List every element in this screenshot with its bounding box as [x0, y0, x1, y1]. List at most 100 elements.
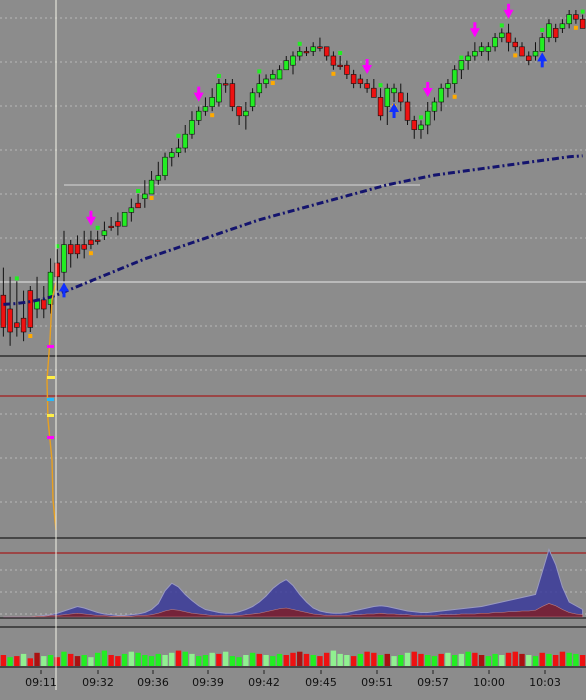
candle-body: [94, 239, 101, 242]
candle-body: [404, 101, 411, 121]
volume-bar: [270, 656, 276, 666]
candle-body: [236, 106, 242, 117]
candle-body: [290, 55, 296, 66]
x-tick-label: 09:39: [192, 676, 224, 689]
candle-body: [532, 51, 539, 57]
candle-body: [195, 110, 202, 121]
volume-bar: [539, 652, 545, 666]
candle-body: [121, 212, 128, 227]
volume-bar: [216, 653, 222, 666]
candle-dot-marker: [540, 28, 545, 32]
volume-bar: [377, 655, 384, 666]
candle-body: [108, 225, 114, 228]
volume-bar: [371, 652, 377, 666]
volume-bar: [202, 655, 209, 666]
candle-dot-marker: [418, 115, 423, 120]
volume-bar: [297, 651, 303, 666]
candle-body: [323, 46, 330, 57]
volume-bar: [182, 651, 188, 666]
volume-bar: [14, 656, 20, 666]
volume-bar: [391, 656, 397, 666]
candle-body: [384, 87, 391, 107]
candle-body: [7, 308, 13, 333]
candle-dot-marker: [580, 9, 585, 14]
volume-bar: [458, 653, 465, 666]
candle-body: [202, 106, 209, 112]
candle-dot-marker: [573, 25, 578, 30]
volume-bar: [499, 655, 505, 666]
candle-body: [74, 244, 81, 255]
candle-body: [175, 147, 182, 153]
x-tick-label: 09:32: [82, 676, 114, 689]
candle-body: [424, 110, 431, 126]
candle-body: [27, 290, 34, 328]
candle-body: [169, 152, 175, 158]
volume-bar: [573, 653, 579, 666]
volume-bar: [169, 652, 175, 666]
candle-body: [148, 179, 155, 195]
candle-body: [61, 244, 67, 273]
volume-bar: [485, 656, 492, 666]
volume-bar: [579, 655, 586, 666]
candle-dot-marker: [499, 23, 504, 28]
candle-body: [411, 120, 417, 130]
candle-body: [350, 74, 357, 84]
profile-marker: [47, 345, 54, 348]
candle-dot-marker: [331, 71, 336, 76]
volume-bar: [283, 655, 289, 666]
volume-bar: [20, 653, 27, 666]
volume-bar: [27, 658, 34, 666]
candle-dot-marker: [95, 225, 100, 230]
candle-dot-marker: [338, 51, 343, 55]
volume-bar: [546, 653, 552, 666]
volume-bar: [54, 657, 60, 666]
x-tick-label: 09:42: [248, 676, 280, 689]
x-tick-label: 10:03: [529, 676, 561, 689]
candle-body: [357, 78, 364, 84]
candle-dot-marker: [270, 81, 275, 85]
candle-dot-marker: [513, 53, 518, 58]
volume-bar: [155, 653, 161, 666]
candle-body: [182, 133, 188, 149]
x-tick-label: 09:57: [417, 676, 449, 689]
volume-bar: [135, 652, 141, 666]
candle-body: [155, 175, 162, 181]
candle-body: [418, 124, 424, 130]
x-tick-label: 09:51: [361, 676, 393, 689]
volume-bar: [384, 653, 390, 666]
volume-bar: [81, 655, 87, 666]
candle-body: [88, 239, 94, 245]
volume-bar: [566, 652, 572, 666]
x-tick-label: 09:36: [137, 676, 169, 689]
volume-bar: [478, 655, 485, 666]
volume-bar: [431, 656, 438, 666]
candle-body: [115, 221, 121, 227]
volume-bar: [451, 655, 458, 666]
volume-bar: [552, 655, 559, 666]
candle-body: [81, 244, 87, 250]
volume-bar: [357, 653, 364, 666]
candle-body: [162, 156, 168, 176]
volume-bar: [532, 656, 539, 666]
volume-bar: [472, 652, 478, 666]
volume-bar: [364, 651, 370, 666]
volume-bar: [418, 653, 424, 666]
candle-body: [303, 51, 310, 54]
volume-bar: [34, 652, 40, 666]
volume-bar: [438, 653, 444, 666]
candle-body: [438, 87, 444, 103]
volume-bar: [263, 655, 269, 666]
volume-bar: [61, 651, 67, 666]
candle-body: [526, 55, 532, 61]
volume-bar: [350, 656, 357, 666]
candle-body: [263, 78, 269, 84]
candle-body: [337, 64, 343, 67]
candle-body: [297, 51, 303, 57]
candle-body: [512, 41, 519, 48]
volume-bar: [323, 652, 330, 666]
candle-body: [505, 32, 512, 43]
candle-body: [344, 64, 350, 75]
volume-bar: [559, 651, 566, 666]
candle-body: [472, 51, 478, 57]
volume-bar: [229, 656, 236, 666]
